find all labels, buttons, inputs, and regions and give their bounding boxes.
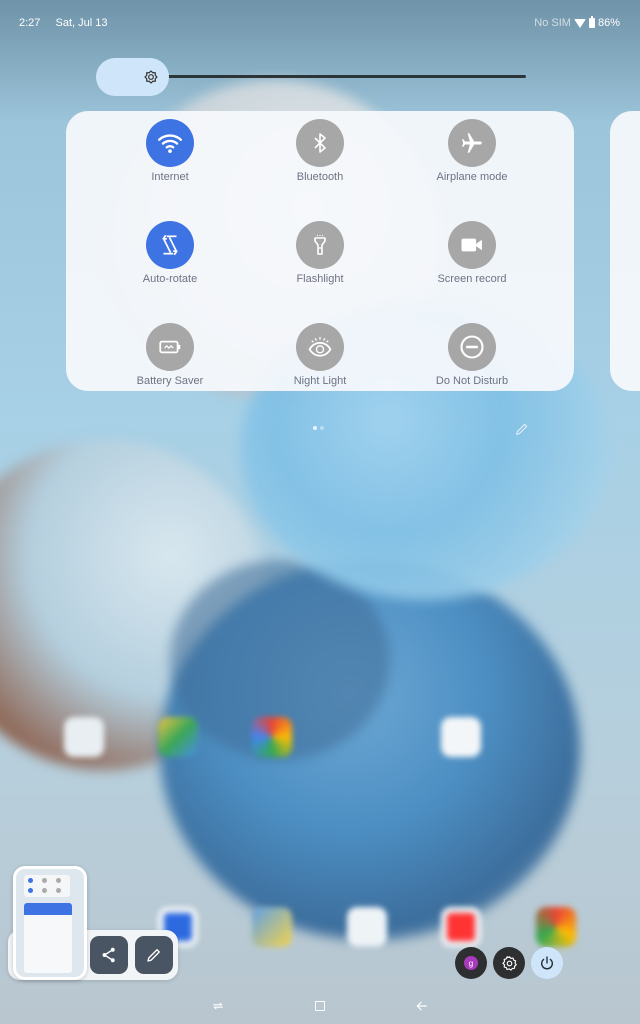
tile-label: Screen record — [437, 273, 507, 285]
power-icon — [541, 956, 553, 970]
tile-flashlight-button[interactable] — [296, 221, 344, 269]
battery-icon — [588, 16, 595, 28]
app-icon — [158, 717, 198, 757]
thumb-notifications — [24, 903, 72, 973]
edit-screenshot-button[interactable] — [135, 936, 173, 974]
tile-airplane-button[interactable] — [448, 119, 496, 167]
user-avatar: g — [464, 956, 478, 970]
quick-settings-panel: Internet Bluetooth Airplane mode Auto-ro… — [66, 111, 574, 391]
app-icon — [64, 717, 104, 757]
tile-auto-rotate[interactable]: Auto-rotate — [105, 221, 235, 285]
tile-label: Flashlight — [296, 273, 344, 285]
page-indicator — [313, 426, 324, 430]
tile-label: Do Not Disturb — [435, 375, 509, 387]
back-button[interactable] — [412, 996, 432, 1016]
recents-button[interactable] — [208, 996, 228, 1016]
quick-settings-next-page[interactable] — [610, 111, 640, 391]
app-icon — [441, 717, 481, 757]
settings-button[interactable] — [493, 947, 525, 979]
tile-do-not-disturb-button[interactable] — [448, 323, 496, 371]
video-camera-icon — [461, 238, 482, 252]
tile-label: Airplane mode — [436, 171, 508, 183]
sim-status: No SIM — [534, 17, 571, 29]
pencil-icon — [147, 949, 160, 962]
tile-night-light[interactable]: Night Light — [255, 323, 385, 387]
tile-screen-record-button[interactable] — [448, 221, 496, 269]
share-screenshot-button[interactable] — [90, 936, 128, 974]
tile-label: Night Light — [293, 375, 347, 387]
navigation-bar — [0, 990, 640, 1024]
rotate-icon — [162, 234, 178, 256]
tile-label: Battery Saver — [136, 375, 204, 387]
share-icon — [102, 947, 115, 963]
brightness-track[interactable] — [156, 75, 526, 78]
screenshot-thumbnail[interactable] — [13, 866, 87, 980]
do-not-disturb-icon — [460, 335, 484, 359]
tile-internet[interactable]: Internet — [105, 119, 235, 183]
brightness-icon — [144, 70, 158, 84]
tile-label: Auto-rotate — [142, 273, 198, 285]
tile-bluetooth[interactable]: Bluetooth — [255, 119, 385, 183]
date: Sat, Jul 13 — [55, 17, 108, 29]
brightness-slider[interactable] — [96, 58, 526, 96]
app-icon — [252, 717, 292, 757]
tile-do-not-disturb[interactable]: Do Not Disturb — [407, 323, 537, 387]
tile-internet-button[interactable] — [146, 119, 194, 167]
home-icon — [315, 1001, 325, 1011]
gear-icon — [501, 955, 517, 971]
thumb-qs — [24, 875, 70, 897]
page-dot-active — [313, 426, 317, 430]
bluetooth-icon — [314, 133, 326, 153]
tile-flashlight[interactable]: Flashlight — [255, 221, 385, 285]
battery-saver-icon — [159, 340, 181, 354]
power-button[interactable] — [531, 947, 563, 979]
status-bar: 2:27 Sat, Jul 13 No SIM 86% — [0, 0, 640, 44]
recents-icon — [213, 1002, 223, 1010]
app-icon — [536, 907, 576, 947]
edit-tiles-pencil-icon[interactable] — [514, 421, 530, 437]
tile-auto-rotate-button[interactable] — [146, 221, 194, 269]
tile-battery-saver-button[interactable] — [146, 323, 194, 371]
app-icon — [347, 907, 387, 947]
tile-airplane-mode[interactable]: Airplane mode — [407, 119, 537, 183]
app-icon — [441, 907, 481, 947]
clock: 2:27 — [19, 17, 41, 29]
eye-icon — [308, 337, 332, 357]
tile-bluetooth-button[interactable] — [296, 119, 344, 167]
wifi-icon — [573, 18, 586, 28]
tile-label: Bluetooth — [296, 171, 344, 183]
back-arrow-icon — [416, 1001, 427, 1011]
user-switcher-button[interactable]: g — [455, 947, 487, 979]
tile-label: Internet — [151, 171, 189, 183]
flashlight-icon — [314, 234, 326, 255]
app-icon — [252, 907, 292, 947]
home-button[interactable] — [310, 996, 330, 1016]
tile-screen-record[interactable]: Screen record — [407, 221, 537, 285]
battery-level: 86% — [597, 17, 620, 29]
page-dot — [320, 426, 324, 430]
tile-battery-saver[interactable]: Battery Saver — [105, 323, 235, 387]
wifi-icon — [157, 134, 183, 153]
airplane-icon — [462, 133, 482, 153]
tile-night-light-button[interactable] — [296, 323, 344, 371]
